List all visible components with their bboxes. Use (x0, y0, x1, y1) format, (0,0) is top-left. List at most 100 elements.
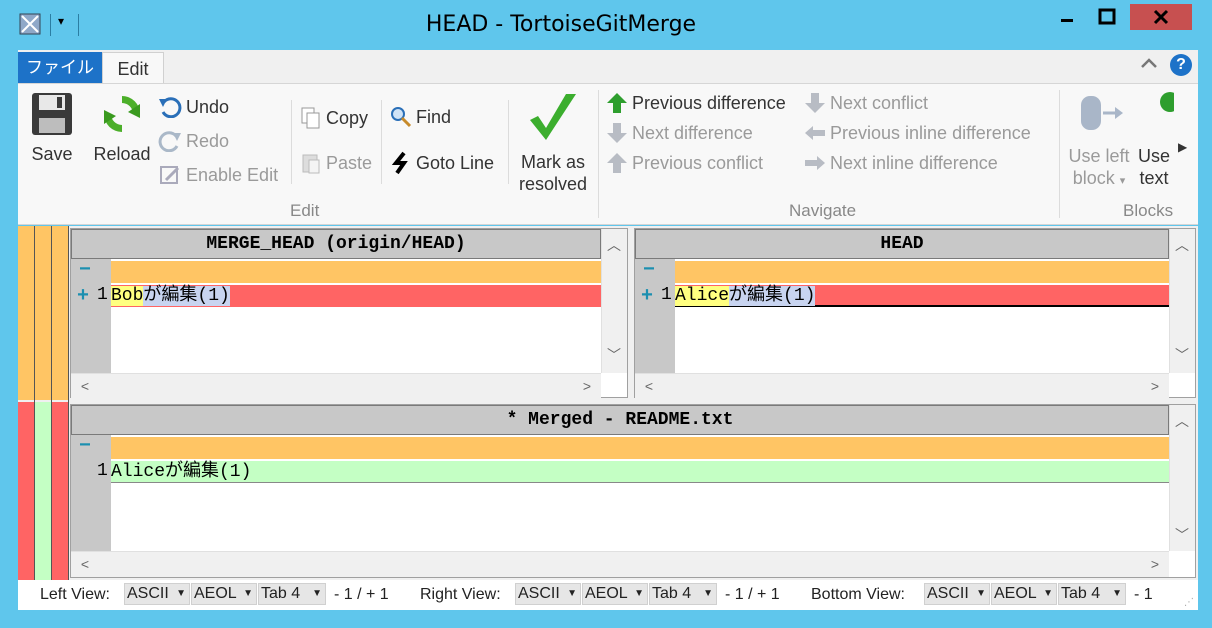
copy-button[interactable]: Copy (300, 106, 368, 130)
scroll-right-icon[interactable]: > (1145, 378, 1165, 394)
bottom-eol-select[interactable]: AEOL ▼ (991, 583, 1057, 605)
help-icon[interactable]: ? (1170, 54, 1192, 76)
copy-icon (301, 107, 320, 129)
right-tab-select[interactable]: Tab 4 ▼ (649, 583, 717, 605)
bottom-encoding-select[interactable]: ASCII ▼ (924, 583, 990, 605)
right-plus-marker: + (641, 285, 654, 308)
undo-button[interactable]: Undo (158, 96, 229, 118)
location-bar-bottom-middle[interactable] (35, 402, 51, 580)
right-vertical-scrollbar[interactable]: ︿ ﹀ (1169, 229, 1195, 373)
location-bar-right[interactable] (52, 226, 68, 400)
arrow-up-green-icon (607, 93, 627, 113)
ribbon: Save Reload Undo Redo Enable Edit Copy P… (18, 83, 1198, 225)
right-horizontal-scrollbar[interactable]: < > (635, 373, 1169, 399)
scroll-down-icon[interactable]: ﹀ (1172, 345, 1192, 365)
right-encoding-value: ASCII (518, 585, 560, 602)
location-bar-bottom-left[interactable] (18, 402, 34, 580)
tab-edit[interactable]: Edit (102, 52, 164, 84)
enable-edit-label: Enable Edit (186, 164, 279, 185)
scroll-right-icon[interactable]: > (1145, 556, 1165, 572)
right-eol-select[interactable]: AEOL ▼ (582, 583, 648, 605)
left-conflict-header-row (111, 261, 601, 283)
paste-icon (302, 154, 320, 174)
bottom-diff-count: - 1 (1134, 586, 1153, 603)
ribbon-scroll-right-icon[interactable]: ▶ (1178, 140, 1187, 154)
left-horizontal-scrollbar[interactable]: < > (71, 373, 601, 399)
save-label: Save (31, 144, 73, 164)
resize-grip-icon[interactable]: ⋰ (1184, 597, 1194, 608)
left-eol-select[interactable]: AEOL ▼ (191, 583, 257, 605)
enable-edit-button[interactable]: Enable Edit (158, 164, 278, 186)
bottom-encoding-value: ASCII (927, 585, 969, 602)
left-view-label: Left View: (40, 586, 110, 603)
bottom-tab-select[interactable]: Tab 4 ▼ (1058, 583, 1126, 605)
save-button[interactable]: Save (24, 90, 80, 165)
left-tab-select[interactable]: Tab 4 ▼ (258, 583, 326, 605)
right-line-1-text: が編集(1) (729, 286, 816, 306)
edit-group-label: Edit (290, 201, 320, 220)
bottom-vertical-scrollbar[interactable]: ︿ ﹀ (1169, 405, 1195, 551)
use-left-block-button[interactable]: Use left block ▾ (1064, 92, 1134, 192)
left-encoding-value: ASCII (127, 585, 169, 602)
scroll-up-icon[interactable]: ︿ (1172, 235, 1192, 255)
location-bar-middle[interactable] (35, 226, 51, 400)
dropdown-arrow-icon: ▼ (1112, 588, 1122, 599)
next-difference-button[interactable]: Next difference (606, 122, 753, 144)
scroll-down-icon[interactable]: ﹀ (1172, 525, 1192, 545)
use-left-label-line2: block (1072, 168, 1115, 188)
minimize-button[interactable] (1050, 4, 1084, 30)
next-inline-label: Next inline difference (830, 152, 998, 173)
use-left-dropdown-icon[interactable]: ▾ (1120, 175, 1126, 187)
left-encoding-select[interactable]: ASCII ▼ (124, 583, 190, 605)
scroll-left-icon[interactable]: < (75, 378, 95, 394)
reload-button[interactable]: Reload (90, 90, 154, 165)
previous-difference-button[interactable]: Previous difference (606, 92, 786, 114)
left-tab-value: Tab 4 (261, 585, 301, 602)
bottom-pane: * Merged - README.txt − Aliceが編集(1) 1 ︿ … (70, 404, 1196, 578)
minimize-icon (1061, 19, 1073, 22)
location-bar-left[interactable] (18, 226, 34, 400)
previous-inline-difference-button[interactable]: Previous inline difference (804, 122, 1031, 144)
right-conflict-header-row (675, 261, 1169, 283)
scroll-right-icon[interactable]: > (577, 378, 597, 394)
paste-button[interactable]: Paste (300, 151, 372, 175)
scroll-up-icon[interactable]: ︿ (604, 235, 624, 255)
find-button[interactable]: Find (390, 106, 451, 128)
arrow-down-gray-icon (607, 123, 627, 143)
dropdown-arrow-icon: ▼ (243, 588, 253, 599)
dropdown-arrow-icon: ▼ (567, 588, 577, 599)
tab-file[interactable]: ファイル (18, 52, 102, 83)
use-text-label-line1: Use (1137, 146, 1170, 166)
goto-line-icon (391, 151, 408, 175)
scroll-left-icon[interactable]: < (639, 378, 659, 394)
left-vertical-scrollbar[interactable]: ︿ ﹀ (601, 229, 627, 373)
redo-button[interactable]: Redo (158, 130, 229, 152)
close-button[interactable] (1130, 4, 1192, 30)
maximize-icon (1098, 8, 1116, 25)
goto-line-button[interactable]: Goto Line (390, 151, 494, 175)
use-text-icon (1160, 92, 1180, 112)
previous-conflict-button[interactable]: Previous conflict (606, 152, 763, 174)
bottom-pane-header: * Merged - README.txt (71, 405, 1169, 435)
right-encoding-select[interactable]: ASCII ▼ (515, 583, 581, 605)
scroll-up-icon[interactable]: ︿ (1172, 411, 1192, 431)
scroll-down-icon[interactable]: ﹀ (604, 345, 624, 365)
edit-pencil-icon (160, 166, 180, 184)
maximize-button[interactable] (1090, 4, 1124, 30)
location-bar-bottom-right[interactable] (52, 402, 68, 580)
ribbon-group-separator (1059, 90, 1060, 218)
bottom-horizontal-scrollbar[interactable]: < > (71, 551, 1169, 577)
next-conflict-button[interactable]: Next conflict (804, 92, 928, 114)
right-diff-count: - 1 / + 1 (725, 586, 780, 603)
location-bar-divider (68, 226, 69, 580)
next-inline-difference-button[interactable]: Next inline difference (804, 152, 998, 174)
goto-line-label: Goto Line (416, 152, 495, 173)
scroll-left-icon[interactable]: < (75, 556, 95, 572)
use-text-button[interactable]: Use text (1132, 92, 1180, 189)
mark-as-resolved-button[interactable]: Mark as resolved (512, 90, 594, 195)
app-window: ▾ HEAD - TortoiseGitMerge ファイル Edit ? Sa… (0, 0, 1212, 628)
ribbon-collapse-icon[interactable] (1140, 56, 1158, 75)
ribbon-group-separator (598, 90, 599, 218)
mark-resolved-label-line1: Mark as (520, 152, 585, 172)
left-diff-count: - 1 / + 1 (334, 586, 389, 603)
